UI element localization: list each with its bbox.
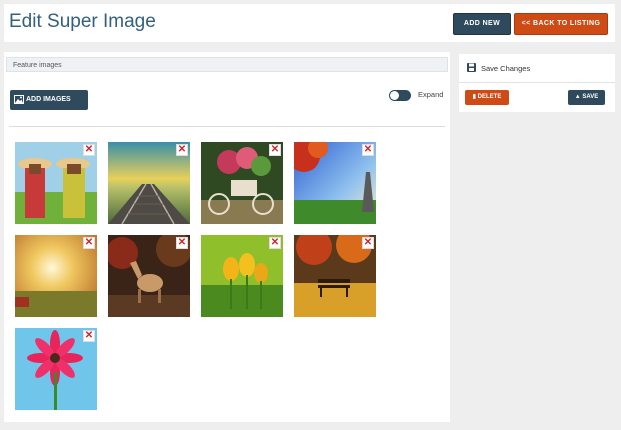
remove-image-button[interactable]: ✕ — [83, 144, 95, 156]
remove-image-button[interactable]: ✕ — [362, 237, 374, 249]
remove-image-button[interactable]: ✕ — [362, 144, 374, 156]
remove-image-button[interactable]: ✕ — [83, 237, 95, 249]
image-tile[interactable]: ✕ — [201, 142, 283, 224]
page-header: Edit Super Image ADD NEW << BACK TO LIST… — [4, 4, 615, 42]
remove-image-button[interactable]: ✕ — [176, 237, 188, 249]
toggle-knob — [390, 91, 399, 100]
delete-button[interactable]: ▮ DELETE — [465, 90, 509, 105]
image-tile[interactable]: ✕ — [108, 235, 190, 317]
floppy-disk-icon — [467, 63, 476, 72]
save-changes-title: Save Changes — [481, 64, 531, 73]
save-changes-panel: Save Changes ▮ DELETE ▲ SAVE — [459, 54, 615, 112]
save-label: SAVE — [582, 94, 599, 100]
expand-label: Expand — [418, 90, 444, 99]
remove-image-button[interactable]: ✕ — [176, 144, 188, 156]
feature-images-label: Feature images — [6, 57, 448, 72]
remove-image-button[interactable]: ✕ — [269, 144, 281, 156]
remove-image-button[interactable]: ✕ — [269, 237, 281, 249]
add-images-button[interactable]: ADD IMAGES — [10, 90, 88, 110]
image-tile[interactable]: ✕ — [15, 142, 97, 224]
image-tile[interactable]: ✕ — [108, 142, 190, 224]
divider — [9, 126, 445, 127]
image-tile[interactable]: ✕ — [201, 235, 283, 317]
add-images-label: ADD IMAGES — [26, 96, 71, 103]
image-tile[interactable]: ✕ — [15, 328, 97, 410]
image-tile[interactable]: ✕ — [294, 235, 376, 317]
expand-toggle[interactable] — [389, 90, 411, 101]
image-tile[interactable]: ✕ — [294, 142, 376, 224]
trash-icon: ▮ — [472, 94, 476, 100]
images-icon — [14, 94, 24, 104]
image-tile[interactable]: ✕ — [15, 235, 97, 317]
back-to-listing-button[interactable]: << BACK TO LISTING — [514, 13, 608, 35]
remove-image-button[interactable]: ✕ — [83, 330, 95, 342]
thumbs-up-icon: ▲ — [574, 94, 581, 100]
delete-label: DELETE — [477, 94, 502, 100]
feature-images-panel: Feature images ADD IMAGES Expand ✕ ✕ ✕ ✕… — [4, 52, 450, 422]
add-new-button[interactable]: ADD NEW — [453, 13, 511, 35]
save-changes-header: Save Changes — [459, 54, 615, 83]
save-button[interactable]: ▲ SAVE — [568, 90, 605, 105]
page-title: Edit Super Image — [9, 11, 156, 32]
